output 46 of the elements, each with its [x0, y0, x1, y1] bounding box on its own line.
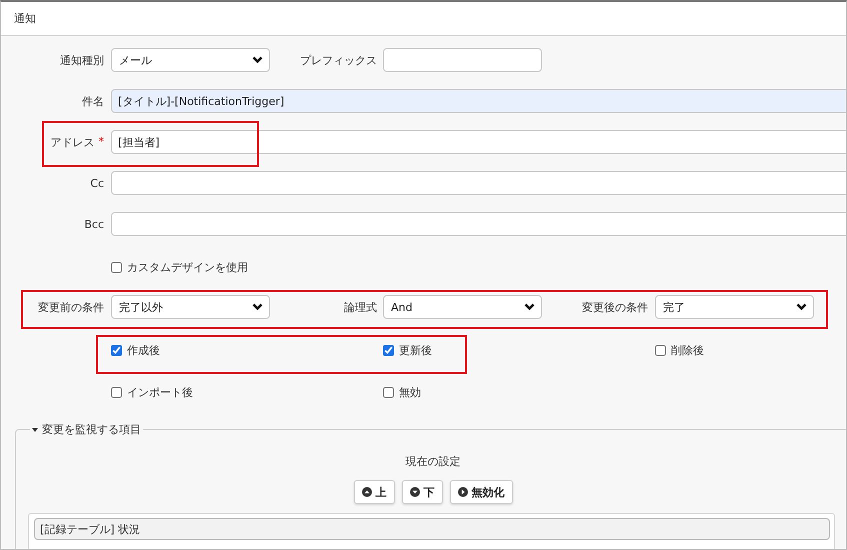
dropdown[interactable]: And	[383, 295, 542, 319]
caret-down-icon	[32, 428, 38, 432]
chevron-down-icon	[252, 56, 263, 64]
input-field[interactable]	[111, 171, 846, 195]
button[interactable]: 下	[402, 480, 442, 504]
chevron-down-icon	[252, 303, 263, 311]
checkbox[interactable]	[655, 344, 666, 356]
list-item[interactable]: [記録テーブル] 状況	[34, 518, 830, 540]
field-label: Bcc	[84, 218, 104, 230]
field-label: 件名	[82, 94, 104, 108]
field-label: 通知種別	[60, 52, 104, 68]
required-mark: *	[98, 134, 104, 150]
play-circle-icon	[458, 487, 468, 497]
checkbox-label: 作成後	[127, 342, 160, 358]
field-label: 変更前の条件	[38, 300, 104, 314]
checkbox[interactable]	[111, 262, 122, 272]
checkbox-label: インポート後	[127, 384, 193, 400]
dropdown[interactable]: 完了以外	[111, 295, 270, 319]
button[interactable]: 無効化	[450, 480, 512, 504]
up-arrow-circle-icon	[362, 487, 372, 497]
input-field[interactable]: [タイトル]-[NotificationTrigger]	[111, 89, 846, 113]
section-heading: 現在の設定	[406, 455, 460, 468]
field-label: プレフィックス	[300, 52, 377, 68]
section-toggle[interactable]: 変更を監視する項目	[30, 422, 143, 437]
dropdown[interactable]: メール	[111, 48, 270, 72]
input-field[interactable]	[111, 212, 846, 236]
checkbox[interactable]	[383, 344, 394, 356]
checkbox-label: 更新後	[399, 342, 432, 358]
field-label: アドレス	[50, 134, 94, 150]
window-title: 通知	[14, 11, 36, 26]
dropdown[interactable]: 完了	[655, 295, 814, 319]
field-label: Cc	[90, 176, 104, 190]
checkbox-label: 無効	[399, 384, 421, 400]
field-label: 変更後の条件	[582, 300, 648, 314]
checkbox[interactable]	[111, 386, 122, 398]
checkbox-label: 削除後	[671, 342, 704, 358]
field-label: 論理式	[344, 300, 377, 314]
input-field[interactable]: [担当者]	[111, 130, 846, 154]
checkbox-label: カスタムデザインを使用	[127, 260, 248, 274]
down-arrow-circle-icon	[410, 487, 420, 497]
input-field[interactable]	[383, 48, 542, 72]
chevron-down-icon	[796, 303, 807, 311]
checkbox[interactable]	[111, 344, 122, 356]
chevron-down-icon	[524, 303, 535, 311]
checkbox[interactable]	[383, 386, 394, 398]
button[interactable]: 上	[354, 480, 394, 504]
